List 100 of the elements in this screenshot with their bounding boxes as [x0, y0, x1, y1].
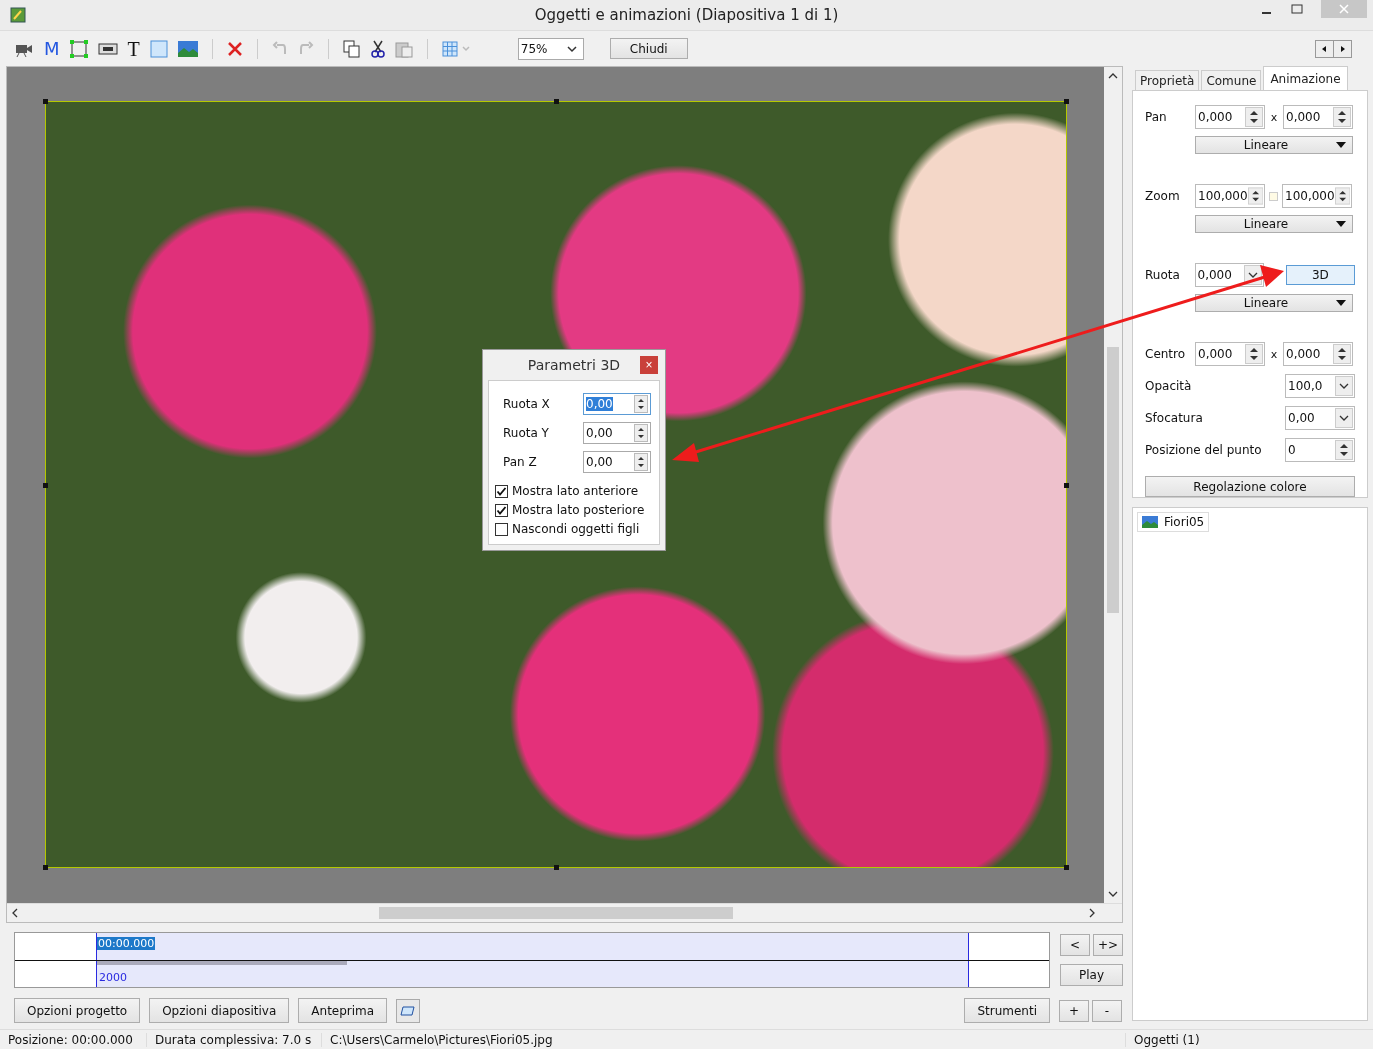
option-button[interactable]: Opzioni progetto — [14, 998, 141, 1023]
checkbox-label: Mostra lato posteriore — [512, 503, 645, 517]
number-field[interactable]: 0,000 — [1283, 342, 1353, 367]
property-label: Pan — [1145, 110, 1168, 124]
cut-icon[interactable] — [370, 39, 385, 58]
checkbox[interactable] — [495, 503, 508, 517]
play-button[interactable]: Play — [1060, 964, 1123, 986]
checkbox-label: Nascondi oggetti figli — [512, 522, 640, 536]
time-readout: 00:00.000 — [97, 937, 156, 950]
spinner-arrows-icon[interactable] — [1334, 186, 1350, 207]
close-button[interactable]: Chiudi — [609, 38, 688, 59]
resize-handle[interactable] — [554, 865, 559, 870]
picture-icon — [1142, 516, 1158, 528]
scroll-thumb[interactable] — [379, 907, 733, 919]
field-label: Ruota X — [503, 396, 550, 411]
spinner-arrows-icon[interactable] — [1245, 107, 1263, 127]
separator-label: x — [1270, 347, 1278, 361]
easing-dropdown[interactable]: Lineare — [1195, 136, 1353, 155]
copy-icon[interactable] — [342, 39, 361, 58]
chevron-down-icon[interactable] — [1335, 376, 1353, 397]
text-icon[interactable]: T — [127, 38, 140, 59]
button-icon[interactable] — [97, 41, 118, 56]
resize-handle[interactable] — [1064, 865, 1069, 870]
number-field[interactable]: 0,000 — [1195, 105, 1265, 129]
scroll-up-icon[interactable] — [1108, 72, 1118, 80]
easing-dropdown[interactable]: Lineare — [1195, 215, 1353, 234]
number-field[interactable]: 0,000 — [1283, 105, 1353, 129]
zoom-dropdown[interactable]: 75% — [517, 37, 584, 60]
number-field[interactable]: 0,00 — [583, 421, 651, 444]
property-label: Sfocatura — [1145, 411, 1203, 426]
delete-icon[interactable] — [226, 40, 243, 57]
field-label: Ruota Y — [503, 425, 549, 440]
status-objects: Oggetti (1) — [1133, 1033, 1200, 1047]
spinner-arrows-icon[interactable] — [634, 452, 648, 471]
number-field[interactable]: 0,00 — [583, 450, 651, 473]
caret-down-icon — [1336, 221, 1346, 228]
next-button[interactable]: +> — [1093, 934, 1123, 956]
horizontal-scrollbar[interactable] — [7, 903, 1122, 922]
checkbox-label: Mostra lato anteriore — [512, 484, 638, 498]
separator-label: x — [1270, 110, 1278, 124]
add-button[interactable]: + — [1059, 999, 1089, 1022]
option-button[interactable]: Opzioni diapositiva — [149, 998, 290, 1023]
remove-button[interactable]: - — [1092, 999, 1122, 1022]
spinner-arrows-icon[interactable] — [634, 394, 648, 413]
checkbox[interactable] — [495, 484, 508, 498]
property-label: Zoom — [1145, 189, 1181, 204]
scroll-thumb[interactable] — [1107, 347, 1119, 613]
resize-handle[interactable] — [43, 865, 48, 870]
number-field[interactable]: 0,000 — [1195, 342, 1265, 367]
object-item[interactable]: Fiori05 — [1137, 512, 1210, 532]
spinner-arrows-icon[interactable] — [634, 423, 648, 442]
resize-handle[interactable] — [554, 99, 559, 104]
number-dropdown[interactable]: 0,000 — [1194, 263, 1264, 288]
spinner-arrows-icon[interactable] — [1335, 440, 1353, 461]
window-title: Oggetti e animazioni (Diapositiva 1 di 1) — [534, 6, 839, 24]
lock-checkbox[interactable] — [1269, 191, 1278, 201]
spinner-arrows-icon[interactable] — [1333, 107, 1351, 127]
chevron-down-icon — [566, 44, 577, 53]
status-position: Posizione: 00:00.000 — [0, 1033, 147, 1047]
number-field[interactable]: 0,00 — [583, 392, 651, 415]
spinner-arrows-icon[interactable] — [1245, 344, 1263, 365]
spinner-arrows-icon[interactable] — [1247, 186, 1263, 207]
caret-down-icon — [1336, 300, 1346, 307]
tools-button[interactable]: Strumenti — [964, 998, 1050, 1023]
close-button[interactable]: × — [640, 356, 658, 374]
number-dropdown[interactable]: 100,0 — [1285, 374, 1355, 399]
slides-icon[interactable] — [396, 998, 421, 1023]
resize-handle[interactable] — [1064, 483, 1069, 488]
app-icon — [10, 7, 26, 23]
tab[interactable]: Animazione — [1263, 66, 1348, 90]
number-dropdown[interactable]: 0,00 — [1285, 406, 1355, 431]
scroll-arrows-icon[interactable] — [1315, 39, 1353, 58]
spinner-arrows-icon[interactable] — [1333, 344, 1351, 365]
scroll-down-icon[interactable] — [1108, 890, 1118, 898]
number-field[interactable]: 100,000 — [1282, 184, 1352, 209]
resize-handle[interactable] — [43, 99, 48, 104]
timeline-marker-label: 2000 — [99, 970, 127, 984]
chevron-down-icon[interactable] — [1335, 408, 1353, 429]
grid-icon[interactable] — [441, 40, 472, 57]
easing-dropdown[interactable]: Lineare — [1195, 294, 1353, 313]
option-button[interactable]: Anteprima — [298, 998, 388, 1023]
frame-icon[interactable] — [69, 39, 88, 58]
text-tool-icon[interactable]: M — [44, 38, 60, 59]
property-label: Ruota — [1145, 268, 1181, 283]
dialog-title: Parametri 3D — [527, 357, 621, 373]
color-adjust-button[interactable]: Regolazione colore — [1145, 476, 1355, 497]
scroll-left-icon[interactable] — [11, 908, 19, 918]
timeline-track[interactable]: 00:00.000 2000 — [14, 932, 1050, 988]
tab[interactable]: Comune — [1201, 70, 1262, 90]
maximize-icon[interactable] — [1291, 4, 1303, 16]
number-field[interactable]: 100,000 — [1195, 184, 1265, 209]
3d-button[interactable]: 3D — [1285, 265, 1355, 286]
resize-handle[interactable] — [43, 483, 48, 488]
checkbox[interactable] — [495, 522, 508, 536]
number-field[interactable]: 0 — [1285, 438, 1355, 463]
tab[interactable]: Proprietà — [1135, 70, 1200, 90]
picture-icon[interactable] — [177, 40, 198, 57]
resize-handle[interactable] — [1064, 99, 1069, 104]
previous-button[interactable]: < — [1060, 934, 1090, 956]
scroll-right-icon[interactable] — [1088, 908, 1096, 918]
